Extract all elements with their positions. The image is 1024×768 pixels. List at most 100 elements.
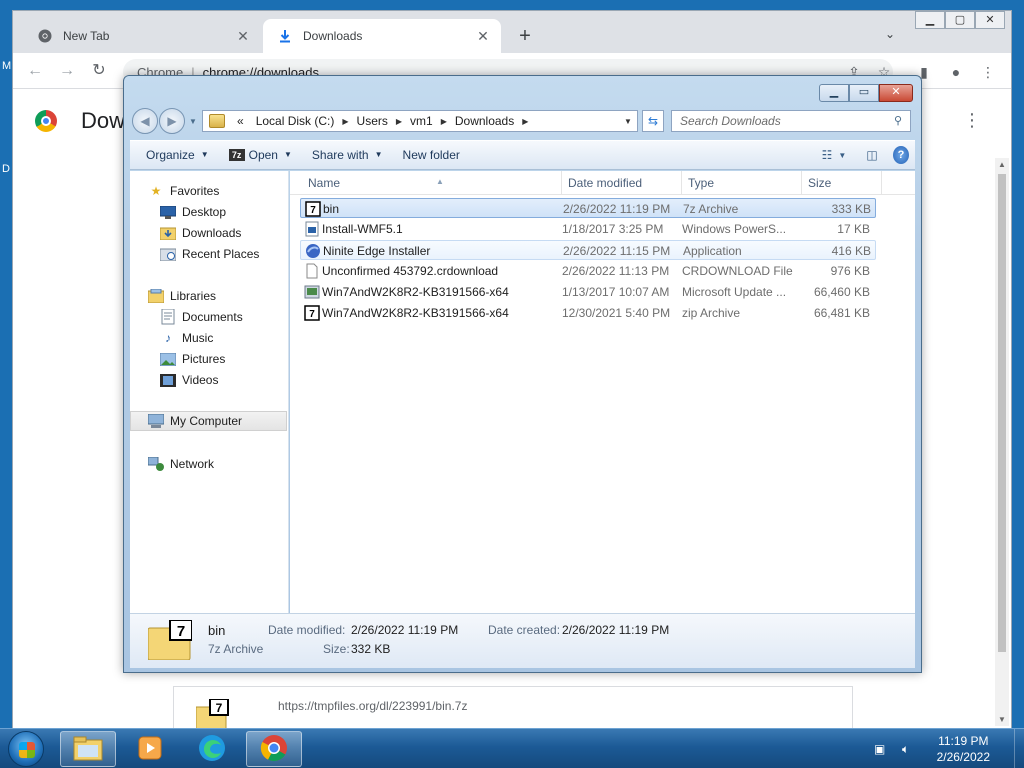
taskbar-explorer-button[interactable] xyxy=(60,731,116,767)
nav-label: My Computer xyxy=(170,414,243,428)
volume-icon[interactable]: 🔈︎ xyxy=(897,740,915,758)
nav-favorites[interactable]: ★ Favorites xyxy=(148,181,220,201)
nav-recent-places[interactable]: Recent Places xyxy=(160,244,259,264)
open-button[interactable]: 7z Open ▼ xyxy=(219,144,302,166)
close-button[interactable]: ✕ xyxy=(975,11,1005,29)
chevron-down-icon: ▼ xyxy=(374,150,383,159)
share-with-button[interactable]: Share with ▼ xyxy=(302,144,393,166)
file-date-modified: 1/13/2017 10:07 AM xyxy=(562,285,670,299)
profile-icon[interactable]: ● xyxy=(947,63,965,81)
nav-downloads[interactable]: Downloads xyxy=(160,223,241,243)
network-icon xyxy=(148,457,164,471)
file-row[interactable]: Ninite Edge Installer 2/26/2022 11:15 PM A… xyxy=(300,240,876,260)
nav-label: Documents xyxy=(182,310,243,324)
chevron-down-icon[interactable]: ▼ xyxy=(619,117,637,126)
folder-icon xyxy=(209,114,225,128)
more-options-icon[interactable]: ⋮ xyxy=(963,110,981,131)
detail-size-label: Size: xyxy=(323,642,350,656)
clock-date: 2/26/2022 xyxy=(936,750,990,764)
nav-desktop[interactable]: Desktop xyxy=(160,202,226,222)
new-folder-label: New folder xyxy=(402,148,460,162)
nav-network[interactable]: Network xyxy=(148,454,214,474)
breadcrumb-vm1[interactable]: vm1 xyxy=(404,114,439,128)
computer-icon xyxy=(148,414,164,428)
breadcrumb-users[interactable]: Users xyxy=(351,114,394,128)
scroll-up-icon[interactable]: ▲ xyxy=(995,160,1009,169)
download-url-link[interactable]: https://tmpfiles.org/dl/223991/bin.7z xyxy=(278,699,467,713)
scroll-down-icon[interactable]: ▼ xyxy=(995,715,1009,724)
chevron-down-icon[interactable]: ⌄ xyxy=(885,27,895,41)
refresh-icon[interactable]: ⇆ xyxy=(642,110,664,132)
file-row[interactable]: 7 Win7AndW2K8R2-KB3191566-x64 12/30/2021 5… xyxy=(300,303,876,323)
vertical-scrollbar[interactable]: ▲ ▼ xyxy=(995,158,1009,726)
organize-button[interactable]: Organize ▼ xyxy=(136,144,219,166)
nav-music[interactable]: ♪ Music xyxy=(160,328,213,348)
file-type: zip Archive xyxy=(682,306,741,320)
search-placeholder: Search Downloads xyxy=(680,114,781,128)
taskbar-clock[interactable]: 11:19 PM 2/26/2022 xyxy=(937,733,990,765)
minimize-button[interactable]: ▁ xyxy=(915,11,945,29)
column-header-size[interactable]: Size xyxy=(802,171,882,195)
search-input[interactable]: Search Downloads ⚲ xyxy=(671,110,911,132)
reload-icon[interactable]: ↻ xyxy=(89,61,109,81)
breadcrumb-downloads[interactable]: Downloads xyxy=(449,114,520,128)
column-header-date[interactable]: Date modified xyxy=(562,171,682,195)
close-button[interactable]: ✕ xyxy=(879,84,913,102)
taskbar-chrome-button[interactable] xyxy=(246,731,302,767)
show-desktop-button[interactable] xyxy=(1014,729,1024,768)
svg-text:7: 7 xyxy=(216,701,223,715)
close-icon[interactable]: ✕ xyxy=(235,28,251,45)
nav-libraries[interactable]: Libraries xyxy=(148,286,216,306)
explorer-window-controls: ▁ ▭ ✕ xyxy=(819,84,913,102)
new-tab-button[interactable]: + xyxy=(513,25,537,47)
file-name: Ninite Edge Installer xyxy=(323,244,431,258)
view-options-icon[interactable]: ☷ ▼ xyxy=(817,144,851,166)
back-arrow-icon[interactable]: ← xyxy=(25,61,45,81)
address-bar[interactable]: « Local Disk (C:) ▶ Users ▶ vm1 ▶ Downlo… xyxy=(202,110,638,132)
maximize-button[interactable]: ▭ xyxy=(849,84,879,102)
nav-pictures[interactable]: Pictures xyxy=(160,349,225,369)
start-button[interactable] xyxy=(8,731,44,767)
chevron-right-icon[interactable]: ▶ xyxy=(439,117,449,126)
menu-kebab-icon[interactable]: ⋮ xyxy=(979,63,997,81)
search-icon[interactable]: ⚲ xyxy=(894,114,906,127)
tab-new-tab[interactable]: New Tab ✕ xyxy=(23,19,261,53)
nav-label: Favorites xyxy=(170,184,220,198)
column-header-type[interactable]: Type xyxy=(682,171,802,195)
taskbar-edge-button[interactable] xyxy=(184,731,240,767)
preview-pane-icon[interactable]: ◫ xyxy=(861,144,883,166)
forward-arrow-icon[interactable]: → xyxy=(57,61,77,81)
scrollbar-thumb[interactable] xyxy=(998,174,1006,652)
column-header-name[interactable]: Name ▲ xyxy=(302,171,562,195)
chevron-down-icon[interactable]: ▼ xyxy=(189,117,197,126)
new-folder-button[interactable]: New folder xyxy=(393,144,470,166)
taskbar-media-player-button[interactable] xyxy=(122,731,178,767)
chevron-right-icon[interactable]: ▶ xyxy=(340,117,350,126)
file-size: 333 KB xyxy=(831,202,871,216)
file-row[interactable]: 7 bin 2/26/2022 11:19 PM 7z Archive 333 KB xyxy=(300,198,876,218)
chevron-right-icon[interactable]: ▶ xyxy=(520,117,530,126)
file-list-pane: Name ▲ Date modified Type Size 7 bin 2/26/… xyxy=(290,171,915,613)
tab-downloads[interactable]: Downloads ✕ xyxy=(263,19,501,53)
documents-icon xyxy=(160,309,176,325)
close-icon[interactable]: ✕ xyxy=(475,28,491,45)
minimize-button[interactable]: ▁ xyxy=(819,84,849,102)
help-button[interactable]: ? xyxy=(893,144,915,166)
nav-videos[interactable]: Videos xyxy=(160,370,218,390)
file-size: 416 KB xyxy=(831,244,871,258)
breadcrumb-local-disk[interactable]: Local Disk (C:) xyxy=(250,114,341,128)
maximize-button[interactable]: ▢ xyxy=(945,11,975,29)
back-arrow-icon[interactable]: ◀ xyxy=(132,108,158,134)
file-row[interactable]: Install-WMF5.1 1/18/2017 3:25 PM Windows P… xyxy=(300,219,876,239)
command-bar: Organize ▼ 7z Open ▼ Share with ▼ New folde… xyxy=(130,140,915,170)
forward-arrow-icon[interactable]: ▶ xyxy=(159,108,185,134)
svg-text:7: 7 xyxy=(310,205,316,216)
breadcrumb-overflow[interactable]: « xyxy=(231,114,250,128)
network-status-icon[interactable]: ▣ xyxy=(871,740,889,758)
file-row[interactable]: Unconfirmed 453792.crdownload 2/26/2022 1… xyxy=(300,261,876,281)
file-row[interactable]: Win7AndW2K8R2-KB3191566-x64 1/13/2017 10:… xyxy=(300,282,876,302)
nav-my-computer[interactable]: My Computer xyxy=(130,411,287,431)
chevron-right-icon[interactable]: ▶ xyxy=(394,117,404,126)
nav-documents[interactable]: Documents xyxy=(160,307,243,327)
nav-label: Desktop xyxy=(182,205,227,219)
